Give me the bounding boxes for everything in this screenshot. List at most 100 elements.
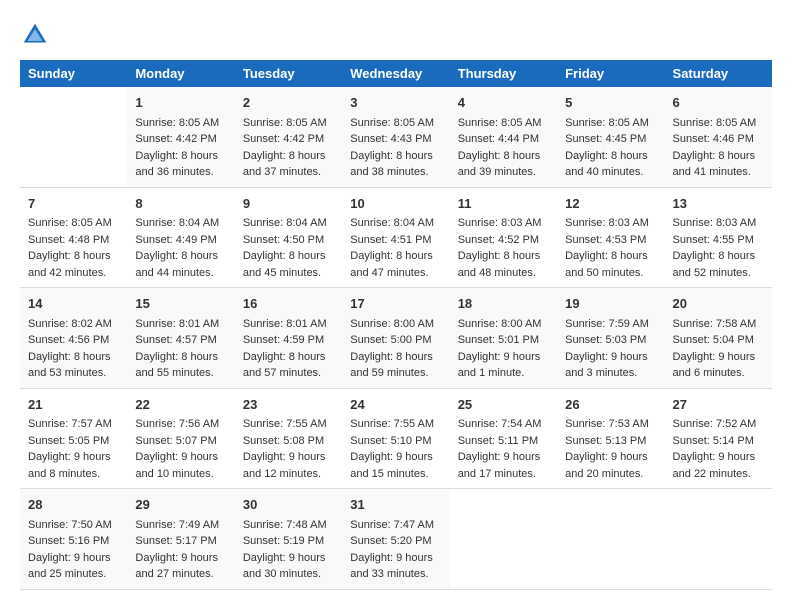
day-info: Sunrise: 8:05 AM bbox=[673, 115, 764, 132]
day-info: Sunset: 5:00 PM bbox=[350, 332, 441, 349]
day-info: and 8 minutes. bbox=[28, 466, 119, 483]
day-info: Daylight: 9 hours bbox=[243, 449, 334, 466]
day-info: Sunrise: 7:58 AM bbox=[673, 316, 764, 333]
weekday-header-row: SundayMondayTuesdayWednesdayThursdayFrid… bbox=[20, 60, 772, 87]
day-info: Sunset: 5:14 PM bbox=[673, 433, 764, 450]
day-number: 28 bbox=[28, 495, 119, 515]
day-number: 20 bbox=[673, 294, 764, 314]
day-info: Sunrise: 8:03 AM bbox=[458, 215, 549, 232]
day-info: Sunset: 4:55 PM bbox=[673, 232, 764, 249]
calendar-cell: 1Sunrise: 8:05 AMSunset: 4:42 PMDaylight… bbox=[127, 87, 234, 187]
calendar-table: SundayMondayTuesdayWednesdayThursdayFrid… bbox=[20, 60, 772, 590]
calendar-header: SundayMondayTuesdayWednesdayThursdayFrid… bbox=[20, 60, 772, 87]
calendar-week-row: 1Sunrise: 8:05 AMSunset: 4:42 PMDaylight… bbox=[20, 87, 772, 187]
day-info: Sunrise: 7:57 AM bbox=[28, 416, 119, 433]
day-info: Daylight: 9 hours bbox=[673, 349, 764, 366]
day-info: Sunrise: 7:55 AM bbox=[350, 416, 441, 433]
day-info: Daylight: 8 hours bbox=[243, 349, 334, 366]
calendar-cell: 18Sunrise: 8:00 AMSunset: 5:01 PMDayligh… bbox=[450, 288, 557, 389]
calendar-cell: 14Sunrise: 8:02 AMSunset: 4:56 PMDayligh… bbox=[20, 288, 127, 389]
day-info: Daylight: 9 hours bbox=[565, 349, 656, 366]
calendar-cell: 6Sunrise: 8:05 AMSunset: 4:46 PMDaylight… bbox=[665, 87, 772, 187]
day-number: 21 bbox=[28, 395, 119, 415]
calendar-cell: 26Sunrise: 7:53 AMSunset: 5:13 PMDayligh… bbox=[557, 388, 664, 489]
day-number: 6 bbox=[673, 93, 764, 113]
day-info: Sunset: 5:17 PM bbox=[135, 533, 226, 550]
day-info: Daylight: 9 hours bbox=[243, 550, 334, 567]
day-info: and 44 minutes. bbox=[135, 265, 226, 282]
calendar-cell: 20Sunrise: 7:58 AMSunset: 5:04 PMDayligh… bbox=[665, 288, 772, 389]
day-info: Daylight: 8 hours bbox=[243, 148, 334, 165]
day-info: and 39 minutes. bbox=[458, 164, 549, 181]
day-info: and 17 minutes. bbox=[458, 466, 549, 483]
calendar-cell bbox=[665, 489, 772, 590]
calendar-cell: 10Sunrise: 8:04 AMSunset: 4:51 PMDayligh… bbox=[342, 187, 449, 288]
calendar-cell: 29Sunrise: 7:49 AMSunset: 5:17 PMDayligh… bbox=[127, 489, 234, 590]
calendar-cell: 7Sunrise: 8:05 AMSunset: 4:48 PMDaylight… bbox=[20, 187, 127, 288]
day-info: Sunset: 5:16 PM bbox=[28, 533, 119, 550]
page-header bbox=[20, 20, 772, 50]
day-info: Daylight: 8 hours bbox=[135, 148, 226, 165]
day-info: Sunset: 4:46 PM bbox=[673, 131, 764, 148]
weekday-header: Thursday bbox=[450, 60, 557, 87]
day-info: Daylight: 8 hours bbox=[565, 248, 656, 265]
day-info: Daylight: 9 hours bbox=[458, 449, 549, 466]
weekday-header: Tuesday bbox=[235, 60, 342, 87]
day-info: and 41 minutes. bbox=[673, 164, 764, 181]
day-info: Daylight: 8 hours bbox=[243, 248, 334, 265]
day-info: Sunrise: 8:03 AM bbox=[565, 215, 656, 232]
day-number: 12 bbox=[565, 194, 656, 214]
day-number: 23 bbox=[243, 395, 334, 415]
day-info: Daylight: 9 hours bbox=[458, 349, 549, 366]
calendar-cell: 21Sunrise: 7:57 AMSunset: 5:05 PMDayligh… bbox=[20, 388, 127, 489]
calendar-cell: 30Sunrise: 7:48 AMSunset: 5:19 PMDayligh… bbox=[235, 489, 342, 590]
day-info: Sunset: 4:53 PM bbox=[565, 232, 656, 249]
day-info: Sunrise: 8:04 AM bbox=[135, 215, 226, 232]
day-number: 1 bbox=[135, 93, 226, 113]
day-info: Sunset: 4:49 PM bbox=[135, 232, 226, 249]
day-info: Daylight: 9 hours bbox=[28, 550, 119, 567]
day-info: Sunset: 5:19 PM bbox=[243, 533, 334, 550]
calendar-week-row: 21Sunrise: 7:57 AMSunset: 5:05 PMDayligh… bbox=[20, 388, 772, 489]
calendar-cell: 28Sunrise: 7:50 AMSunset: 5:16 PMDayligh… bbox=[20, 489, 127, 590]
day-info: Sunset: 5:08 PM bbox=[243, 433, 334, 450]
calendar-cell: 17Sunrise: 8:00 AMSunset: 5:00 PMDayligh… bbox=[342, 288, 449, 389]
day-info: Daylight: 8 hours bbox=[135, 349, 226, 366]
day-info: and 53 minutes. bbox=[28, 365, 119, 382]
day-info: and 47 minutes. bbox=[350, 265, 441, 282]
day-number: 8 bbox=[135, 194, 226, 214]
day-info: Sunset: 4:48 PM bbox=[28, 232, 119, 249]
day-info: Sunrise: 8:05 AM bbox=[565, 115, 656, 132]
day-info: Sunset: 5:20 PM bbox=[350, 533, 441, 550]
day-info: Daylight: 8 hours bbox=[565, 148, 656, 165]
day-info: and 20 minutes. bbox=[565, 466, 656, 483]
day-number: 31 bbox=[350, 495, 441, 515]
calendar-cell: 31Sunrise: 7:47 AMSunset: 5:20 PMDayligh… bbox=[342, 489, 449, 590]
day-info: Sunrise: 8:01 AM bbox=[243, 316, 334, 333]
day-info: Sunset: 5:03 PM bbox=[565, 332, 656, 349]
day-number: 16 bbox=[243, 294, 334, 314]
day-number: 19 bbox=[565, 294, 656, 314]
day-number: 22 bbox=[135, 395, 226, 415]
day-info: and 38 minutes. bbox=[350, 164, 441, 181]
day-info: Sunset: 5:01 PM bbox=[458, 332, 549, 349]
day-number: 3 bbox=[350, 93, 441, 113]
day-info: Sunrise: 7:59 AM bbox=[565, 316, 656, 333]
day-info: Sunrise: 8:05 AM bbox=[135, 115, 226, 132]
logo-icon bbox=[20, 20, 50, 50]
day-info: Sunrise: 8:05 AM bbox=[350, 115, 441, 132]
day-info: Sunset: 4:45 PM bbox=[565, 131, 656, 148]
day-info: Daylight: 9 hours bbox=[350, 550, 441, 567]
calendar-cell: 4Sunrise: 8:05 AMSunset: 4:44 PMDaylight… bbox=[450, 87, 557, 187]
day-info: Daylight: 9 hours bbox=[135, 449, 226, 466]
calendar-cell: 11Sunrise: 8:03 AMSunset: 4:52 PMDayligh… bbox=[450, 187, 557, 288]
day-info: Daylight: 8 hours bbox=[28, 248, 119, 265]
day-info: Sunset: 4:43 PM bbox=[350, 131, 441, 148]
day-info: Daylight: 8 hours bbox=[350, 148, 441, 165]
day-info: Sunrise: 8:01 AM bbox=[135, 316, 226, 333]
day-info: and 48 minutes. bbox=[458, 265, 549, 282]
calendar-cell: 3 Sunrise: 8:05 AMSunset: 4:43 PMDaylight… bbox=[342, 87, 449, 187]
weekday-header: Sunday bbox=[20, 60, 127, 87]
day-info: Sunrise: 7:48 AM bbox=[243, 517, 334, 534]
day-info: and 3 minutes. bbox=[565, 365, 656, 382]
